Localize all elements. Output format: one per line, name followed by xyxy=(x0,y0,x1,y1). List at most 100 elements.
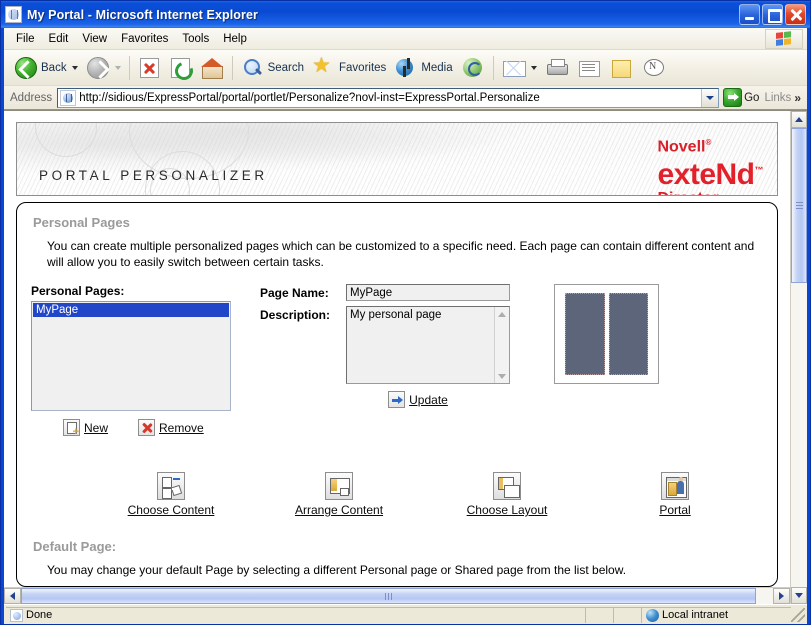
scroll-up-icon[interactable] xyxy=(495,307,509,321)
status-message-pane: Done xyxy=(6,606,585,623)
favorites-label: Favorites xyxy=(339,61,387,74)
description-scrollbar[interactable] xyxy=(494,307,509,383)
portal-action[interactable]: Portal xyxy=(625,472,725,517)
media-button[interactable]: Media xyxy=(390,53,456,83)
status-text: Done xyxy=(26,609,53,621)
personalizer-panel: Personal Pages You can create multiple p… xyxy=(16,202,778,587)
go-button[interactable]: Go xyxy=(723,88,759,107)
search-icon xyxy=(241,56,265,80)
horizontal-scroll-thumb[interactable] xyxy=(21,588,756,604)
globe-icon xyxy=(646,608,659,622)
close-button[interactable] xyxy=(785,4,806,25)
messenger-button[interactable] xyxy=(637,53,669,83)
forward-dropdown-icon[interactable] xyxy=(114,65,121,70)
links-button[interactable]: Links xyxy=(764,92,791,104)
history-button[interactable] xyxy=(457,53,489,83)
mail-icon xyxy=(502,56,526,80)
scroll-up-button[interactable] xyxy=(791,111,807,128)
edit-page-icon xyxy=(577,56,601,80)
page-details-column: Page Name: MyPage Description: My person… xyxy=(260,284,510,408)
page-name-label: Page Name: xyxy=(260,286,329,300)
windows-flag-icon xyxy=(765,29,803,49)
arrange-content-label: Arrange Content xyxy=(294,503,384,517)
links-chevron-icon[interactable]: » xyxy=(794,91,801,105)
forward-arrow-icon xyxy=(86,56,109,79)
novell-extend-director-logo: Novell® exteNd™ Director xyxy=(657,134,763,195)
menu-item-edit[interactable]: Edit xyxy=(42,31,76,47)
choose-content-action[interactable]: Choose Content xyxy=(121,472,221,517)
back-button[interactable]: Back xyxy=(10,53,82,83)
back-dropdown-icon[interactable] xyxy=(71,65,78,70)
back-label: Back xyxy=(41,61,67,74)
description-textarea[interactable]: My personal page xyxy=(346,306,510,384)
list-item[interactable]: MyPage xyxy=(33,303,229,317)
choose-layout-label: Choose Layout xyxy=(466,503,548,517)
page-name-input[interactable]: MyPage xyxy=(346,284,510,301)
print-button[interactable] xyxy=(541,53,573,83)
refresh-button[interactable] xyxy=(165,53,196,83)
new-page-button[interactable]: New xyxy=(63,419,108,438)
forward-button[interactable] xyxy=(82,53,125,83)
registered-mark: ® xyxy=(705,138,712,147)
resize-grip-icon[interactable] xyxy=(791,607,805,622)
horizontal-scrollbar[interactable] xyxy=(4,587,790,604)
ie-page-icon xyxy=(60,89,77,106)
star-icon xyxy=(312,54,336,80)
security-zone-pane[interactable]: Local intranet xyxy=(641,606,791,623)
chevron-down-icon[interactable] xyxy=(701,88,719,107)
vertical-scroll-thumb[interactable] xyxy=(791,128,807,283)
scroll-left-button[interactable] xyxy=(4,588,21,604)
scroll-down-button[interactable] xyxy=(791,587,807,604)
choose-content-label: Choose Content xyxy=(127,503,215,517)
menu-item-favorites[interactable]: Favorites xyxy=(114,31,175,47)
list-action-buttons: New Remove xyxy=(63,419,244,438)
update-arrow-icon xyxy=(388,391,406,408)
edit-button[interactable] xyxy=(573,53,605,83)
scroll-down-icon[interactable] xyxy=(495,369,509,383)
update-button[interactable]: Update xyxy=(388,391,448,408)
go-label: Go xyxy=(744,91,760,104)
home-button[interactable] xyxy=(196,53,228,83)
menu-item-help[interactable]: Help xyxy=(216,31,254,47)
discuss-button[interactable] xyxy=(605,53,637,83)
page-done-icon xyxy=(10,608,23,622)
note-icon xyxy=(609,56,633,80)
menu-item-view[interactable]: View xyxy=(75,31,114,47)
description-row: Description: My personal page xyxy=(260,306,510,384)
browser-window: My Portal - Microsoft Internet Explorer … xyxy=(0,0,811,625)
default-page-heading: Default Page: xyxy=(33,539,117,554)
stop-button[interactable] xyxy=(134,53,165,83)
window-title: My Portal - Microsoft Internet Explorer xyxy=(27,7,259,22)
media-label: Media xyxy=(421,61,453,74)
choose-layout-action[interactable]: Choose Layout xyxy=(457,472,557,517)
scroll-right-button[interactable] xyxy=(773,588,790,604)
personal-pages-listbox[interactable]: MyPage xyxy=(31,301,231,411)
horizontal-scroll-track[interactable] xyxy=(21,588,773,604)
menu-item-tools[interactable]: Tools xyxy=(175,31,216,47)
media-globe-icon xyxy=(394,56,418,80)
history-icon xyxy=(461,56,485,80)
browser-toolbar: Back Search Fa xyxy=(4,50,807,86)
title-bar: My Portal - Microsoft Internet Explorer xyxy=(1,1,810,28)
arrange-content-action[interactable]: Arrange Content xyxy=(289,472,389,517)
remove-page-button[interactable]: Remove xyxy=(138,419,204,436)
banner-swirl-decoration xyxy=(35,123,97,157)
menu-item-file[interactable]: File xyxy=(9,31,42,47)
logo-novell-text: Novell xyxy=(657,138,706,156)
vertical-scroll-track[interactable] xyxy=(791,128,807,587)
mail-dropdown-icon[interactable] xyxy=(530,65,537,70)
logo-line-novell: Novell® xyxy=(657,134,763,155)
search-button[interactable]: Search xyxy=(237,53,308,83)
maximize-button[interactable] xyxy=(762,4,783,25)
address-input[interactable]: http://sidious/ExpressPortal/portal/port… xyxy=(57,87,720,108)
vertical-scrollbar[interactable] xyxy=(790,111,807,604)
address-label: Address xyxy=(10,91,53,104)
arrange-content-icon xyxy=(325,472,353,500)
caption-buttons xyxy=(739,4,806,25)
mail-button[interactable] xyxy=(498,53,541,83)
personal-pages-form: Personal Pages: MyPage New xyxy=(31,284,763,438)
scroll-grip-icon xyxy=(795,202,803,209)
favorites-button[interactable]: Favorites xyxy=(308,53,390,83)
remove-page-label: Remove xyxy=(159,420,204,435)
minimize-button[interactable] xyxy=(739,4,760,25)
